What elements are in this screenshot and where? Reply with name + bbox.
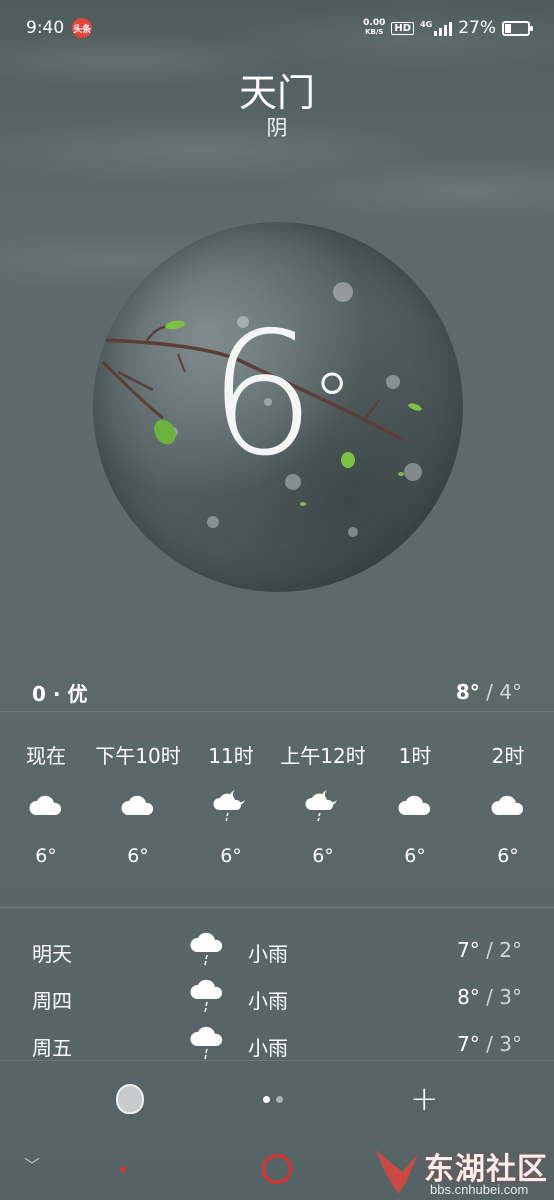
news-app-icon: 头条: [72, 18, 93, 38]
network-speed-unit: KB/S: [365, 28, 384, 36]
range-separator: /: [479, 938, 500, 962]
cloud-icon: [0, 774, 96, 836]
cloud-icon: [458, 774, 554, 836]
daily-forecast[interactable]: 明天 小雨 7° / 2° 周四 小雨 8° / 3° 周五 小雨 7° / 3…: [0, 928, 554, 1069]
day-row[interactable]: 明天 小雨 7° / 2°: [0, 928, 554, 975]
hour-item: 2时 6°: [458, 738, 554, 876]
chevron-down-icon[interactable]: ﹀: [24, 1152, 40, 1176]
cloud-moon-drizzle-icon: [273, 774, 373, 836]
page-dot-active: [263, 1096, 270, 1103]
cloud-rain-icon: [190, 932, 226, 971]
hour-item: 1时 6°: [365, 738, 465, 876]
hour-label: 现在: [26, 744, 66, 768]
today-low: 4°: [499, 680, 522, 704]
page-dot: [276, 1096, 283, 1103]
day-high: 7°: [457, 938, 480, 962]
hour-temp: 6°: [497, 845, 519, 867]
watermark-url: bbs.cnhubei.com: [430, 1182, 529, 1197]
day-condition: 小雨: [248, 989, 288, 1013]
battery-icon: [502, 20, 533, 36]
status-right: 0.00 KB/S HD 4G 27%: [363, 18, 533, 38]
day-condition: 小雨: [248, 1036, 288, 1060]
range-separator: /: [479, 1032, 500, 1056]
day-name: 周四: [32, 989, 72, 1013]
hour-temp: 6°: [127, 845, 149, 867]
hour-label: 1时: [398, 744, 432, 768]
range-separator: /: [479, 680, 500, 704]
day-temp-range: 8° / 3°: [457, 985, 522, 1009]
page-indicator: [263, 1096, 283, 1103]
range-separator: /: [479, 985, 500, 1009]
day-low: 2°: [499, 938, 522, 962]
hourly-forecast[interactable]: 现在 6° 下午10时 6° 11时 6° 上午12时 6° 1时 6° 2时 …: [0, 738, 554, 888]
hour-item: 11时 6°: [181, 738, 281, 876]
hour-item: 上午12时 6°: [273, 738, 373, 876]
hour-label: 11时: [208, 744, 254, 768]
current-temperature: 6°: [93, 310, 463, 480]
hour-item: 现在 6°: [0, 738, 96, 876]
home-button[interactable]: [262, 1154, 292, 1184]
hour-temp: 6°: [35, 845, 57, 867]
current-condition: 阴: [266, 116, 288, 140]
city-name[interactable]: 天门: [0, 62, 554, 117]
day-high: 7°: [457, 1032, 480, 1056]
hour-item: 下午10时 6°: [88, 738, 188, 876]
network-speed-value: 0.00: [363, 18, 386, 28]
day-low: 3°: [499, 985, 522, 1009]
hd-voice-icon: HD: [391, 21, 415, 35]
hour-label: 上午12时: [280, 744, 366, 768]
day-condition: 小雨: [248, 942, 288, 966]
day-temp-range: 7° / 2°: [457, 938, 522, 962]
day-temp-range: 7° / 3°: [457, 1032, 522, 1056]
battery-fill: [505, 23, 511, 33]
day-name: 明天: [32, 942, 72, 966]
site-watermark: 东湖社区 bbs.cnhubei.com: [372, 1140, 552, 1200]
nav-dot-icon[interactable]: [120, 1166, 126, 1172]
hour-temp: 6°: [312, 845, 334, 867]
day-high: 8°: [457, 985, 480, 1009]
battery-percent: 27%: [458, 18, 496, 38]
add-city-button[interactable]: +: [410, 1082, 439, 1116]
day-row[interactable]: 周四 小雨 8° / 3°: [0, 975, 554, 1022]
hour-temp: 6°: [404, 845, 426, 867]
watermark-logo-icon: [376, 1150, 418, 1194]
degree-sign: °: [312, 356, 352, 449]
network-speed: 0.00 KB/S: [363, 19, 385, 37]
current-temperature-value: 6: [207, 296, 316, 494]
today-temp-range: 8° / 4°: [456, 680, 522, 704]
cloud-icon: [365, 774, 465, 836]
cloud-icon: [88, 774, 188, 836]
status-time: 9:40: [26, 18, 65, 38]
status-bar: 9:40 头条 0.00 KB/S HD 4G 27%: [0, 0, 554, 56]
hour-label: 2时: [491, 744, 525, 768]
day-low: 3°: [499, 1032, 522, 1056]
divider: [0, 907, 554, 908]
bottom-toolbar: +: [0, 1060, 554, 1140]
hour-temp: 6°: [220, 845, 242, 867]
cloud-moon-drizzle-icon: [181, 774, 281, 836]
weather-provider-logo-icon[interactable]: [116, 1084, 144, 1114]
hour-label: 下午10时: [95, 744, 181, 768]
today-high: 8°: [455, 680, 480, 704]
network-type: 4G: [420, 20, 433, 29]
signal-icon: 4G: [420, 20, 453, 36]
status-left: 9:40 头条: [26, 18, 93, 38]
day-name: 周五: [32, 1036, 72, 1060]
divider: [0, 711, 554, 712]
air-quality[interactable]: 0 · 优: [32, 678, 87, 707]
cloud-rain-icon: [190, 979, 226, 1018]
summary-row: 0 · 优 8° / 4°: [0, 672, 554, 712]
